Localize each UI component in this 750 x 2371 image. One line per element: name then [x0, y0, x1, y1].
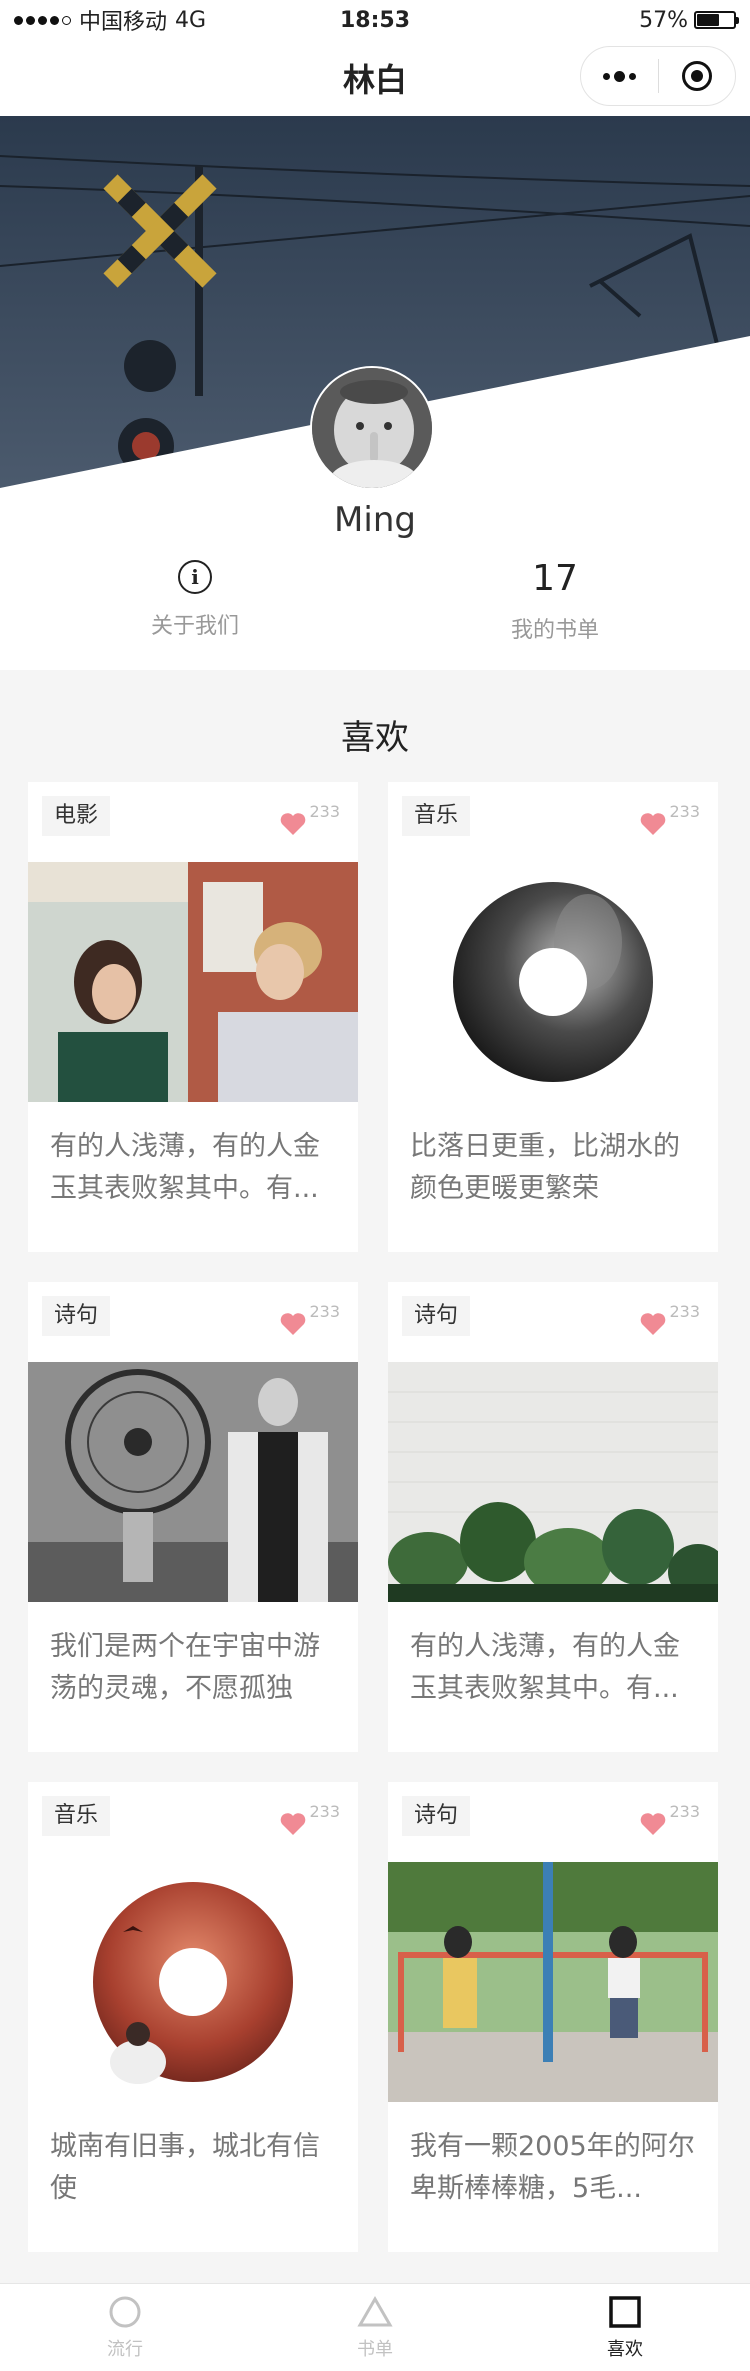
like-count: 233 [669, 1802, 700, 1821]
battery-icon [694, 11, 739, 29]
swings-couple-image [388, 1862, 718, 2102]
target-icon [681, 61, 712, 91]
heart-icon [281, 813, 306, 835]
more-dots-icon [602, 70, 636, 82]
card-tag: 音乐 [42, 1796, 111, 1836]
favorites-heading: 喜欢 [341, 710, 443, 759]
signal-icon [14, 15, 71, 25]
about-us-button[interactable]: i 关于我们 [70, 560, 320, 640]
music-disc-image [388, 862, 718, 1102]
username: Ming [334, 500, 416, 540]
like-button[interactable]: 233 [279, 1302, 340, 1338]
square-icon [609, 2295, 641, 2328]
section-title: 喜欢 [0, 710, 750, 759]
tab-favorites[interactable]: 喜欢 [500, 2284, 750, 2371]
favorite-card[interactable]: 诗句 233 我们是两个在宇宙中游荡的灵魂，不愿孤独 [28, 1282, 358, 1752]
tab-booklist[interactable]: 书单 [250, 2284, 500, 2371]
card-excerpt: 比落日更重，比湖水的颜色更暖更繁荣 [410, 1131, 680, 1204]
my-booklist-button[interactable]: 17 我的书单 [430, 560, 680, 644]
like-button[interactable]: 233 [639, 802, 700, 838]
fan-woman-image [28, 1362, 358, 1602]
like-count: 233 [669, 1302, 700, 1321]
about-us-label: 关于我们 [150, 614, 239, 639]
status-right: 57% [639, 7, 739, 33]
card-excerpt: 有的人浅薄，有的人金玉其表败絮其中。有... [410, 1631, 680, 1704]
tab-label: 书单 [357, 2338, 393, 2360]
movie-still-image [28, 862, 358, 1102]
heart-icon [641, 1813, 666, 1835]
like-count: 233 [309, 1802, 340, 1821]
status-bar: 中国移动 4G 18:53 57% [0, 0, 750, 40]
avatar[interactable] [310, 366, 434, 490]
favorite-card[interactable]: 诗句 233 我有一颗2005年的阿尔卑斯棒棒糖，5毛... [388, 1782, 718, 2252]
circle-icon [109, 2296, 141, 2327]
favorite-card[interactable]: 诗句 233 有的人浅薄，有的人金玉其表败絮其中。有... [388, 1282, 718, 1752]
card-excerpt: 我们是两个在宇宙中游荡的灵魂，不愿孤独 [50, 1631, 320, 1704]
card-tag: 诗句 [402, 1796, 471, 1836]
mini-program-capsule [580, 46, 736, 106]
favorite-card[interactable]: 音乐 233 城南有旧事，城北有信使 [28, 1782, 358, 2252]
favorite-card[interactable]: 音乐 233 比落日更重，比湖水的颜色更暖更繁荣 [388, 782, 718, 1252]
page-title: 林白 [342, 61, 407, 99]
card-tag: 音乐 [402, 796, 471, 836]
booklist-count: 17 [532, 558, 578, 599]
card-excerpt: 我有一颗2005年的阿尔卑斯棒棒糖，5毛... [410, 2131, 695, 2204]
close-mini-program-button[interactable] [659, 47, 736, 105]
tab-label: 流行 [107, 2338, 143, 2360]
like-button[interactable]: 233 [639, 1802, 700, 1838]
nav-bar: 林白 [0, 40, 750, 116]
battery-percent: 57% [639, 7, 688, 33]
like-count: 233 [309, 802, 340, 821]
like-button[interactable]: 233 [639, 1302, 700, 1338]
card-excerpt: 城南有旧事，城北有信使 [50, 2131, 320, 2204]
card-excerpt: 有的人浅薄，有的人金玉其表败絮其中。有... [50, 1131, 320, 1204]
card-tag: 电影 [42, 796, 111, 836]
music-disc-image [28, 1862, 358, 2102]
card-tag: 诗句 [42, 1296, 111, 1336]
like-button[interactable]: 233 [279, 802, 340, 838]
carrier-label: 中国移动 [79, 10, 168, 35]
triangle-icon [357, 2295, 393, 2326]
network-label: 4G [175, 7, 207, 33]
bottom-tab-bar: 流行 书单 喜欢 [0, 2283, 750, 2371]
info-icon: i [178, 560, 212, 594]
booklist-label: 我的书单 [510, 618, 599, 643]
heart-icon [281, 1813, 306, 1835]
heart-icon [641, 1313, 666, 1335]
baby-portrait-icon [312, 368, 432, 488]
status-left: 中国移动 4G [14, 4, 206, 36]
tab-popular[interactable]: 流行 [0, 2284, 250, 2371]
heart-icon [641, 813, 666, 835]
favorite-card[interactable]: 电影 233 有的人浅薄，有的人金玉其表败絮其中。有... [28, 782, 358, 1252]
tab-label: 喜欢 [607, 2338, 643, 2360]
heart-icon [281, 1313, 306, 1335]
profile-header: Ming i 关于我们 17 我的书单 [0, 116, 750, 670]
like-button[interactable]: 233 [279, 1802, 340, 1838]
plants-wall-image [388, 1362, 718, 1602]
like-count: 233 [309, 1302, 340, 1321]
card-tag: 诗句 [402, 1296, 471, 1336]
more-button[interactable] [581, 47, 658, 105]
like-count: 233 [669, 802, 700, 821]
